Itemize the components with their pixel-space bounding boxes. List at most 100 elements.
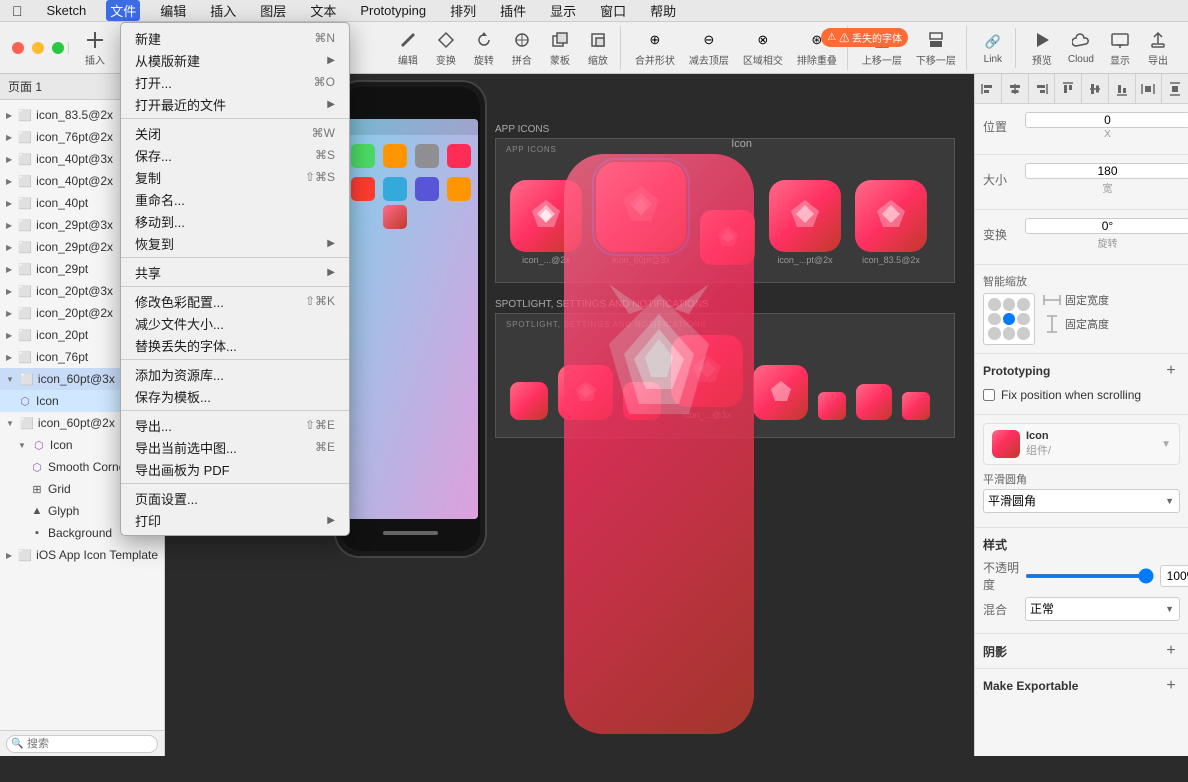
group-icon: ⬜ <box>20 373 34 386</box>
component-expand-icon[interactable]: ▼ <box>1161 439 1171 450</box>
x-input[interactable] <box>1025 112 1188 128</box>
blend-label: 混合 <box>983 601 1019 618</box>
menu-text[interactable]: 文本 <box>306 0 340 21</box>
align-center-h-tab[interactable] <box>1002 74 1029 103</box>
menu-help[interactable]: 帮助 <box>646 0 680 21</box>
align-bottom-tab[interactable] <box>1109 74 1136 103</box>
component-section: Icon 组件/ ▼ 平滑圆角 平滑圆角 无 <box>975 415 1188 528</box>
minimize-button[interactable] <box>32 42 44 54</box>
subtract-button[interactable]: ⊖ 减去顶层 <box>683 26 735 70</box>
intersect-button[interactable]: ⊗ 区域相交 <box>737 26 789 70</box>
layer-ios-template[interactable]: ▶ ⬜ iOS App Icon Template <box>0 544 164 566</box>
insert-button[interactable]: 插入 <box>77 26 113 70</box>
width-input[interactable] <box>1025 163 1188 179</box>
cloud-button[interactable]: Cloud <box>1062 28 1100 68</box>
opacity-input[interactable] <box>1160 565 1188 587</box>
menu-item---[interactable]: 新建⌘N <box>121 27 349 49</box>
rotation-input[interactable] <box>1025 218 1188 234</box>
menu-item-------PDF[interactable]: 导出画板为 PDF <box>121 458 349 480</box>
distribute-h-tab[interactable] <box>1136 74 1163 103</box>
menu-item----------[interactable]: 修改色彩配置...⇧⌘K <box>121 290 349 312</box>
grid-icon: ⊞ <box>30 483 44 496</box>
close-button[interactable] <box>12 42 24 54</box>
menu-item-label: 导出当前选中图... <box>135 438 237 457</box>
menu-item---[interactable]: 关闭⌘W <box>121 122 349 144</box>
apple-menu[interactable]:  <box>8 0 27 21</box>
menu-item-------[interactable]: 移动到... <box>121 210 349 232</box>
menu-arrange[interactable]: 排列 <box>446 0 480 21</box>
scale-dot-8 <box>1003 327 1016 340</box>
opacity-slider[interactable] <box>1025 574 1154 578</box>
menu-item----------[interactable]: 添加为资源库... <box>121 363 349 385</box>
prototyping-title: Prototyping <box>983 364 1050 378</box>
menu-insert[interactable]: 插入 <box>206 0 240 21</box>
export-button[interactable]: 导出 <box>1140 26 1176 70</box>
menu-shortcut: ⌘O <box>314 75 335 89</box>
menu-item------[interactable]: 保存...⌘S <box>121 144 349 166</box>
menu-item----------[interactable]: 减少文件大小... <box>121 312 349 334</box>
icon-wrapper-5: icon_83.5@2x <box>855 180 927 265</box>
add-prototyping-button[interactable]: + <box>1162 362 1180 380</box>
menu-item-label: 移动到... <box>135 212 185 231</box>
menu-separator <box>121 286 349 287</box>
add-export-button[interactable]: + <box>1162 677 1180 695</box>
menu-item---------[interactable]: 保存为模板... <box>121 385 349 407</box>
blend-select[interactable]: 正常 正片叠底 滤色 叠加 <box>1025 597 1180 621</box>
menu-item------[interactable]: 从模版新建▶ <box>121 49 349 71</box>
distribute-v-tab[interactable] <box>1162 74 1188 103</box>
menu-plugins[interactable]: 插件 <box>496 0 530 21</box>
preview-button[interactable]: 预览 <box>1024 26 1060 70</box>
make-exportable-label: Make Exportable <box>983 679 1078 693</box>
edit-button[interactable]: 编辑 <box>390 26 426 70</box>
group-icon: ⬜ <box>18 175 32 188</box>
link-button[interactable]: 🔗 Link <box>975 28 1011 68</box>
menu-edit[interactable]: 编辑 <box>156 0 190 21</box>
menu-item---[interactable]: 复制⇧⌘S <box>121 166 349 188</box>
align-top-tab[interactable] <box>1055 74 1082 103</box>
menu-window[interactable]: 窗口 <box>596 0 630 21</box>
fixed-width-row: 固定宽度 <box>1043 291 1109 309</box>
align-right-tab[interactable] <box>1029 74 1056 103</box>
union-button[interactable]: ⊕ 合并形状 <box>629 26 681 70</box>
flatten-button[interactable]: 拼合 <box>504 26 540 70</box>
smooth-corners-select[interactable]: 平滑圆角 无 <box>983 489 1180 513</box>
search-input[interactable] <box>6 735 158 753</box>
transform-button[interactable]: 变换 <box>428 26 464 70</box>
fix-position-checkbox[interactable] <box>983 389 995 401</box>
maximize-button[interactable] <box>52 42 64 54</box>
app-icon-4 <box>769 180 841 252</box>
menu-item------[interactable]: 导出...⇧⌘E <box>121 414 349 436</box>
page-item[interactable]: 页面 1 <box>8 78 42 95</box>
menu-item----[interactable]: 恢复到▶ <box>121 232 349 254</box>
menu-item------[interactable]: 打开...⌘O <box>121 71 349 93</box>
menu-item---[interactable]: 打印▶ <box>121 509 349 531</box>
group-icon: ⬜ <box>18 329 32 342</box>
menu-prototyping[interactable]: Prototyping <box>356 0 430 21</box>
menu-item-------[interactable]: 重命名... <box>121 188 349 210</box>
menu-item---[interactable]: 共享▶ <box>121 261 349 283</box>
menu-item-----------[interactable]: 导出当前选中图...⌘E <box>121 436 349 458</box>
menu-item-----------[interactable]: 替换丢失的字体... <box>121 334 349 356</box>
scale-button[interactable]: 缩放 <box>580 26 616 70</box>
mask-button[interactable]: 蒙板 <box>542 26 578 70</box>
component-badge: Icon 组件/ ▼ <box>983 423 1180 465</box>
collapse-icon: ▶ <box>6 199 12 208</box>
menu-file[interactable]: 文件 <box>106 0 140 21</box>
add-shadow-button[interactable]: + <box>1162 642 1180 660</box>
display-button[interactable]: 显示 <box>1102 26 1138 70</box>
menu-sketch[interactable]: Sketch <box>43 0 91 21</box>
align-left-tab[interactable] <box>975 74 1002 103</box>
menu-item--------[interactable]: 页面设置... <box>121 487 349 509</box>
group-icon: ⬜ <box>18 307 32 320</box>
scale-dot-6 <box>1017 313 1030 326</box>
transform-icon <box>435 29 457 51</box>
rotate-button[interactable]: 旋转 <box>466 26 502 70</box>
menu-view[interactable]: 显示 <box>546 0 580 21</box>
menu-item--------[interactable]: 打开最近的文件▶ <box>121 93 349 115</box>
align-center-v-tab[interactable] <box>1082 74 1109 103</box>
menu-item-label: 从模版新建 <box>135 51 200 70</box>
menu-layer[interactable]: 图层 <box>256 0 290 21</box>
move-down-button[interactable]: 下移一层 <box>910 26 962 70</box>
search-icon: 🔍 <box>11 738 23 749</box>
rotate-icon <box>473 29 495 51</box>
